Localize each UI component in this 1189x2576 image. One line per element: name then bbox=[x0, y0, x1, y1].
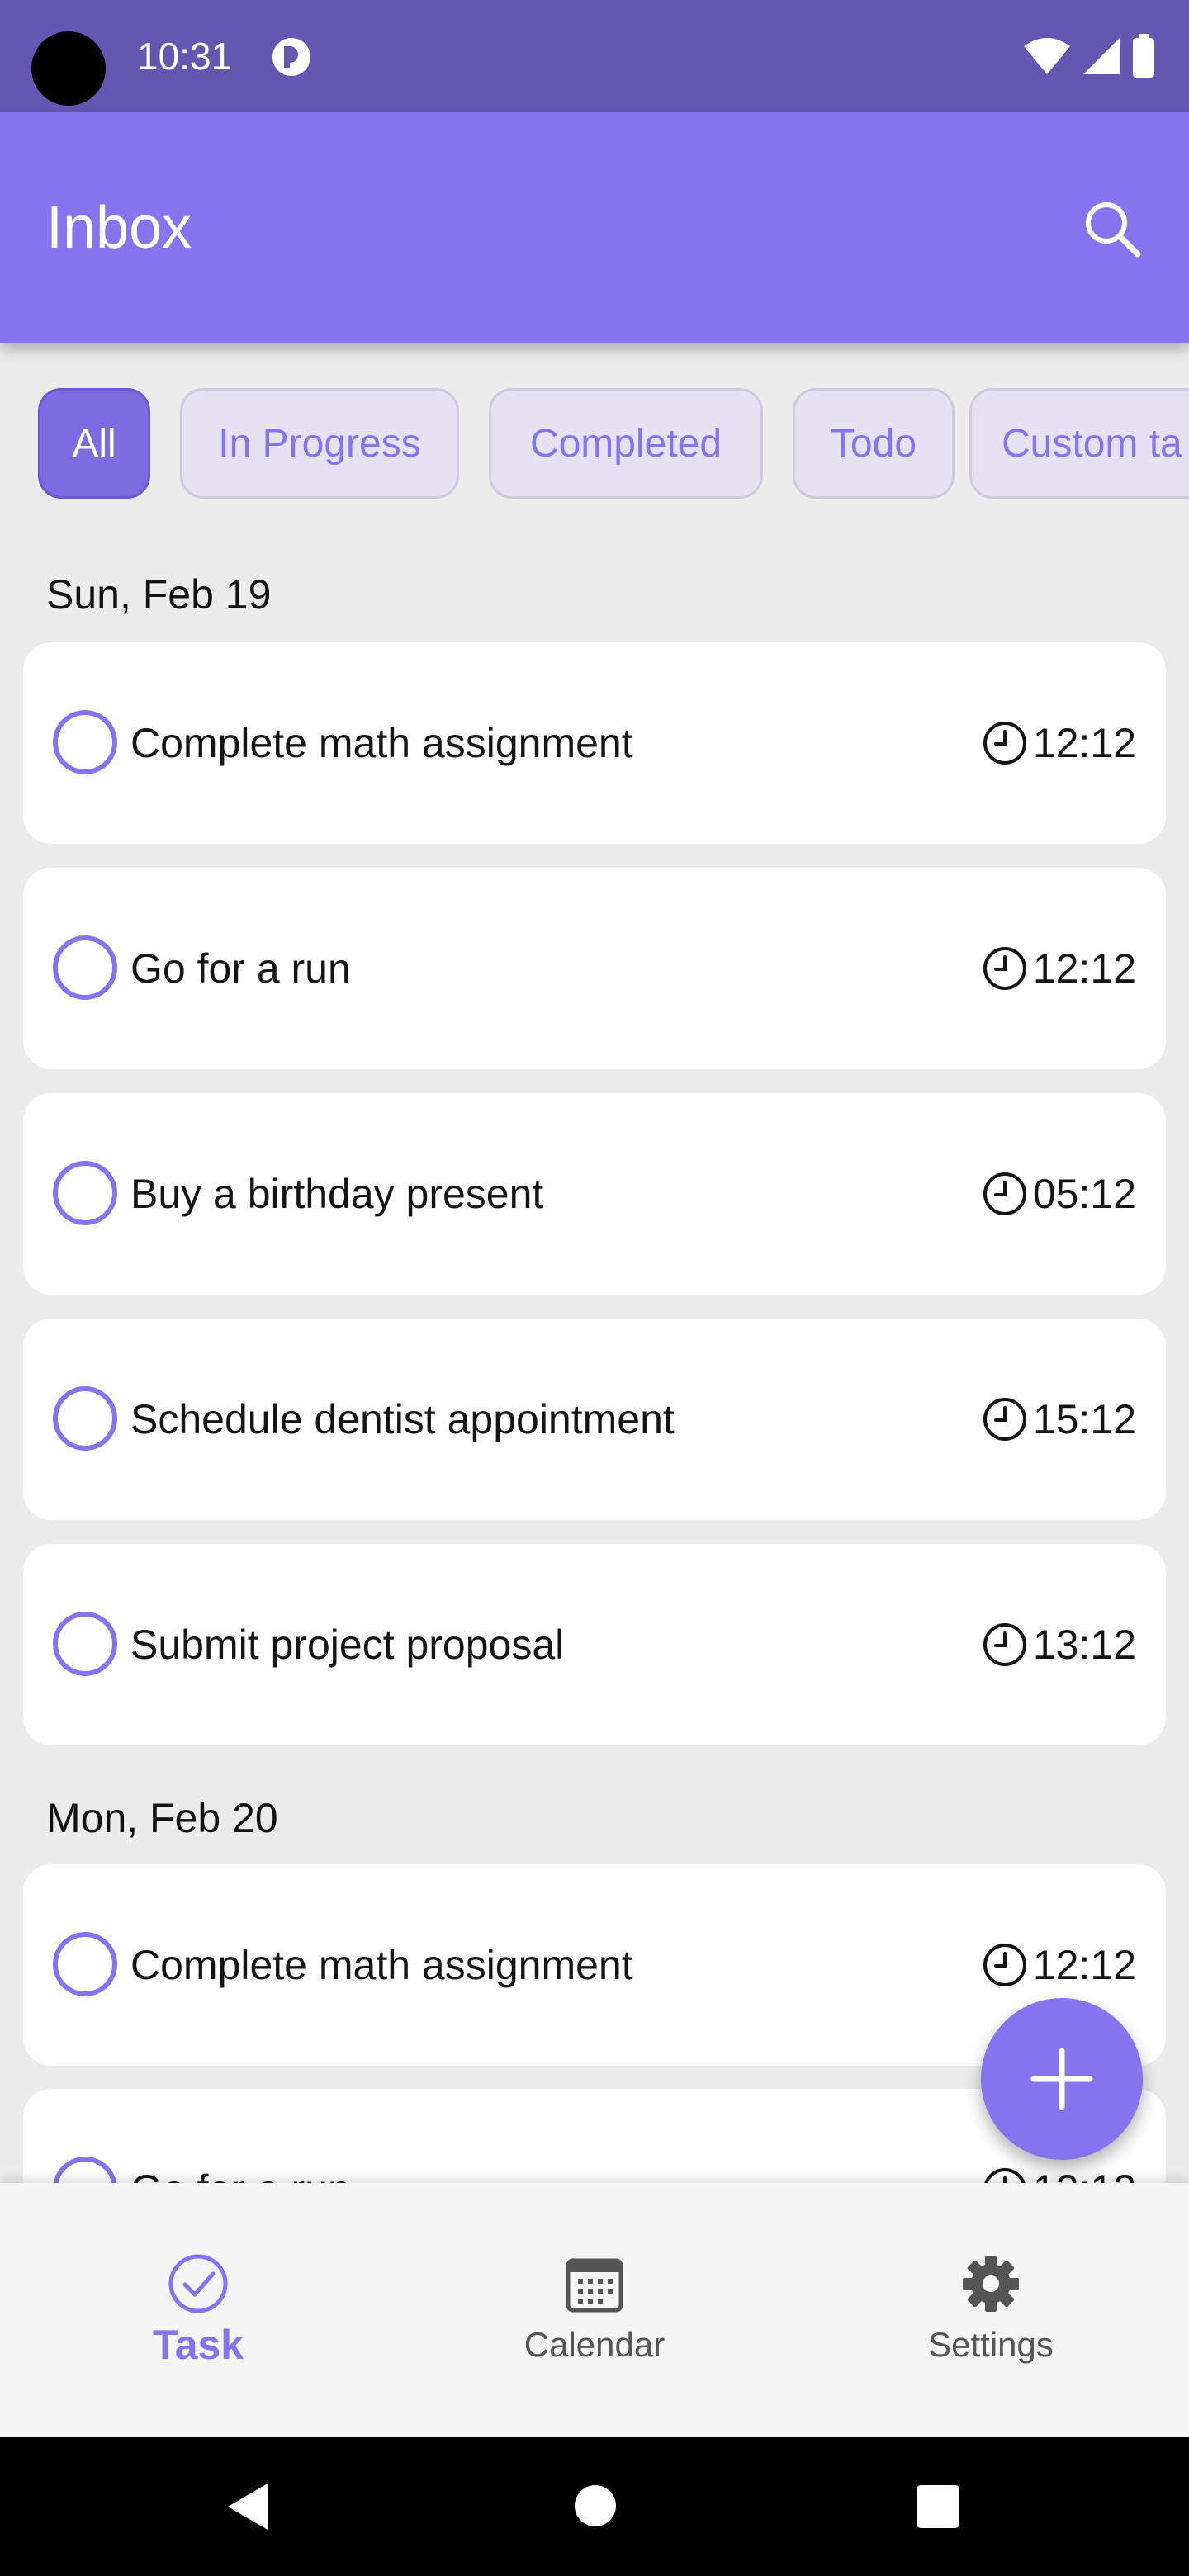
calendar-icon bbox=[566, 2258, 623, 2313]
app-notification-icon bbox=[272, 38, 310, 76]
task-title: Complete math assignment bbox=[130, 720, 633, 766]
plus-icon bbox=[1030, 2048, 1093, 2110]
nav-item-task[interactable]: Task bbox=[0, 2183, 396, 2437]
app-bar: Inbox bbox=[0, 112, 1189, 343]
task-checkbox[interactable] bbox=[53, 1932, 117, 1996]
gear-icon bbox=[963, 2256, 1019, 2312]
task-time: 13:12 bbox=[982, 1618, 1136, 1671]
task-time-value: 12:12 bbox=[1032, 720, 1136, 766]
task-time-value: 12:12 bbox=[1032, 1942, 1136, 1988]
date-header: Sun, Feb 19 bbox=[46, 571, 272, 618]
task-title: Complete math assignment bbox=[130, 1942, 633, 1988]
task-time-value: 05:12 bbox=[1032, 1171, 1136, 1217]
task-card[interactable]: Complete math assignment 12:12 bbox=[23, 642, 1166, 844]
clock-icon bbox=[983, 722, 1026, 765]
status-icons bbox=[1022, 33, 1156, 79]
task-time: 15:12 bbox=[982, 1393, 1136, 1446]
task-card[interactable]: Buy a birthday present 05:12 bbox=[23, 1093, 1166, 1295]
task-time: 12:12 bbox=[982, 942, 1136, 995]
task-checkbox[interactable] bbox=[53, 1161, 117, 1225]
task-checkbox[interactable] bbox=[53, 710, 117, 774]
page-title: Inbox bbox=[46, 195, 192, 261]
nav-label-calendar: Calendar bbox=[523, 2325, 666, 2364]
task-card[interactable]: Schedule dentist appointment 15:12 bbox=[23, 1319, 1166, 1520]
task-time-value: 12:12 bbox=[1032, 945, 1136, 992]
chip-completed[interactable]: Completed bbox=[489, 388, 763, 499]
wifi-icon bbox=[1024, 38, 1070, 74]
clock-icon bbox=[983, 1398, 1026, 1441]
add-task-button[interactable] bbox=[981, 1998, 1143, 2160]
task-title: Schedule dentist appointment bbox=[130, 1396, 675, 1442]
clock-icon bbox=[983, 947, 1026, 990]
recents-icon[interactable] bbox=[915, 2484, 961, 2530]
task-card[interactable]: Go for a run 12:12 bbox=[23, 868, 1166, 1069]
task-checkbox[interactable] bbox=[53, 1386, 117, 1451]
clock-icon bbox=[983, 1172, 1026, 1215]
task-time: 05:12 bbox=[982, 1167, 1136, 1220]
date-header: Mon, Feb 20 bbox=[46, 1795, 278, 1841]
check-circle-icon bbox=[168, 2254, 228, 2313]
back-icon[interactable] bbox=[223, 2480, 272, 2533]
nav-item-settings[interactable]: Settings bbox=[793, 2183, 1189, 2437]
battery-icon bbox=[1133, 34, 1154, 78]
chip-custom[interactable]: Custom ta bbox=[969, 388, 1189, 499]
task-title: Buy a birthday present bbox=[130, 1171, 544, 1217]
camera-cutout bbox=[31, 31, 106, 106]
task-time: 12:12 bbox=[982, 1939, 1136, 1991]
nav-item-calendar[interactable]: Calendar bbox=[396, 2183, 793, 2437]
nav-label-settings: Settings bbox=[928, 2325, 1054, 2364]
task-checkbox[interactable] bbox=[53, 935, 117, 1000]
clock-icon bbox=[983, 1944, 1026, 1986]
task-time-value: 13:12 bbox=[1032, 1622, 1136, 1668]
search-icon[interactable] bbox=[1080, 197, 1143, 259]
chip-todo[interactable]: Todo bbox=[793, 388, 955, 499]
signal-icon bbox=[1083, 38, 1120, 74]
filter-chips: All In Progress Completed Todo Custom ta bbox=[0, 386, 1189, 502]
task-title: Go for a run bbox=[130, 945, 351, 992]
task-checkbox[interactable] bbox=[53, 1612, 117, 1676]
status-time: 10:31 bbox=[137, 35, 233, 78]
home-icon[interactable] bbox=[573, 2484, 618, 2528]
task-title: Submit project proposal bbox=[130, 1622, 565, 1668]
status-bar: 10:31 bbox=[0, 0, 1189, 112]
chip-all[interactable]: All bbox=[38, 388, 150, 499]
task-time: 12:12 bbox=[982, 717, 1136, 769]
task-time-value: 15:12 bbox=[1032, 1396, 1136, 1442]
chip-in-progress[interactable]: In Progress bbox=[180, 388, 459, 499]
nav-label-task: Task bbox=[152, 2322, 244, 2368]
task-card[interactable]: Submit project proposal 13:12 bbox=[23, 1544, 1166, 1745]
clock-icon bbox=[983, 1623, 1026, 1666]
bottom-navigation: Task Calendar Settings bbox=[0, 2183, 1189, 2437]
system-navigation-bar bbox=[0, 2437, 1189, 2576]
